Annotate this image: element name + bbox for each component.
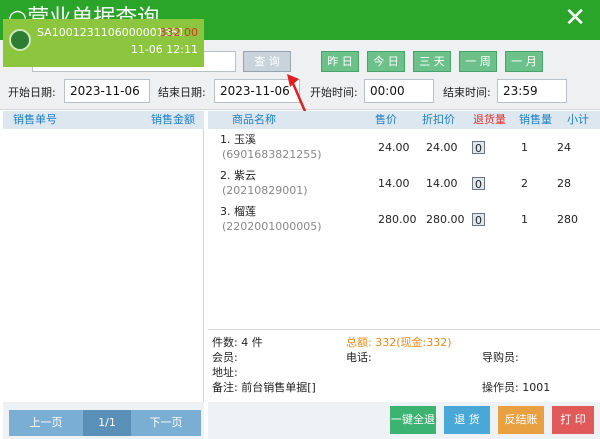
address-label: 地址: xyxy=(212,366,238,379)
three-days-button[interactable]: 三 天 xyxy=(413,51,451,72)
item-subtotal: 280 xyxy=(557,213,578,226)
start-time-label: 开始时间: xyxy=(310,86,358,99)
item-price: 14.00 xyxy=(378,177,410,190)
order-row[interactable]: SA1001231106000001361 332.00 11-06 12:11 xyxy=(3,19,204,67)
col-name: 商品名称 xyxy=(232,113,276,126)
item-subtotal: 28 xyxy=(557,177,571,190)
item-discount: 24.00 xyxy=(426,141,458,154)
item-price: 24.00 xyxy=(378,141,410,154)
item-qty: 1 xyxy=(521,213,528,226)
start-date-field[interactable]: 2023-11-06 xyxy=(64,79,150,103)
next-page-button[interactable]: 下一页 xyxy=(131,410,201,436)
item-table-header: 商品名称 售价 折扣价 退货量 销售量 小计 xyxy=(208,111,600,129)
refund-all-button[interactable]: 一键全退 xyxy=(390,406,436,434)
order-amount: 332.00 xyxy=(159,26,199,39)
item-code: (6901683821255) xyxy=(222,148,322,161)
order-list-panel: 销售单号 销售金额 xyxy=(3,111,204,439)
order-summary: 件数: 4 件 总额: 332(现金:332) 会员: 电话: 导购员: 地址:… xyxy=(208,329,600,402)
print-button[interactable]: 打 印 xyxy=(552,406,594,434)
item-price: 280.00 xyxy=(378,213,417,226)
operator-label: 操作员: 1001 xyxy=(482,381,551,394)
pager: 上一页 1/1 下一页 xyxy=(3,402,204,439)
col-returns: 退货量 xyxy=(473,113,506,126)
order-detail-panel: 商品名称 售价 折扣价 退货量 销售量 小计 1. 玉溪 (6901683821… xyxy=(208,111,600,439)
table-row[interactable]: 3. 榴莲 (2202001000005) 280.00 280.00 0 1 … xyxy=(208,203,600,239)
order-badge-icon xyxy=(9,29,31,51)
item-code: (20210829001) xyxy=(222,184,308,197)
yesterday-button[interactable]: 昨 日 xyxy=(321,51,359,72)
item-subtotal: 24 xyxy=(557,141,571,154)
guide-label: 导购员: xyxy=(482,351,519,364)
remark-label: 备注: 前台销售单据[] xyxy=(212,381,316,394)
start-time-field[interactable]: 00:00 xyxy=(364,79,434,103)
col-subtotal: 小计 xyxy=(567,113,589,126)
col-price: 售价 xyxy=(375,113,397,126)
item-name: 1. 玉溪 xyxy=(220,133,256,146)
reverse-checkout-button[interactable]: 反结账 xyxy=(498,406,544,434)
item-name: 3. 榴莲 xyxy=(220,205,256,218)
prev-page-button[interactable]: 上一页 xyxy=(9,410,83,436)
order-time: 11-06 12:11 xyxy=(130,43,198,56)
return-button[interactable]: 退 货 xyxy=(444,406,490,434)
item-discount: 14.00 xyxy=(426,177,458,190)
item-count: 件数: 4 件 xyxy=(212,336,263,349)
today-button[interactable]: 今 日 xyxy=(367,51,405,72)
end-date-label: 结束日期: xyxy=(158,86,206,99)
item-qty: 2 xyxy=(521,177,528,190)
item-name: 2. 紫云 xyxy=(220,169,256,182)
item-code: (2202001000005) xyxy=(222,220,322,233)
end-time-label: 结束时间: xyxy=(443,86,491,99)
order-list-header: 销售单号 销售金额 xyxy=(3,111,204,129)
col-discount: 折扣价 xyxy=(422,113,455,126)
page-indicator: 1/1 xyxy=(83,410,131,436)
one-month-button[interactable]: 一 月 xyxy=(505,51,543,72)
start-date-label: 开始日期: xyxy=(8,86,56,99)
order-number-header: 销售单号 xyxy=(13,113,57,126)
one-week-button[interactable]: 一 周 xyxy=(459,51,497,72)
table-row[interactable]: 1. 玉溪 (6901683821255) 24.00 24.00 0 1 24 xyxy=(208,131,600,167)
phone-label: 电话: xyxy=(346,351,372,364)
item-discount: 280.00 xyxy=(426,213,465,226)
return-qty-field[interactable]: 0 xyxy=(472,177,485,191)
close-icon[interactable]: ✕ xyxy=(564,3,586,33)
end-time-field[interactable]: 23:59 xyxy=(497,79,567,103)
action-bar: 一键全退 退 货 反结账 打 印 xyxy=(208,402,600,439)
col-qty: 销售量 xyxy=(519,113,552,126)
item-qty: 1 xyxy=(521,141,528,154)
member-label: 会员: xyxy=(212,351,238,364)
return-qty-field[interactable]: 0 xyxy=(472,213,485,227)
table-row[interactable]: 2. 紫云 (20210829001) 14.00 14.00 0 2 28 xyxy=(208,167,600,203)
return-qty-field[interactable]: 0 xyxy=(472,141,485,155)
query-button[interactable]: 查 询 xyxy=(243,51,291,72)
order-amount-header: 销售金额 xyxy=(151,113,195,126)
order-total: 总额: 332(现金:332) xyxy=(346,336,452,349)
